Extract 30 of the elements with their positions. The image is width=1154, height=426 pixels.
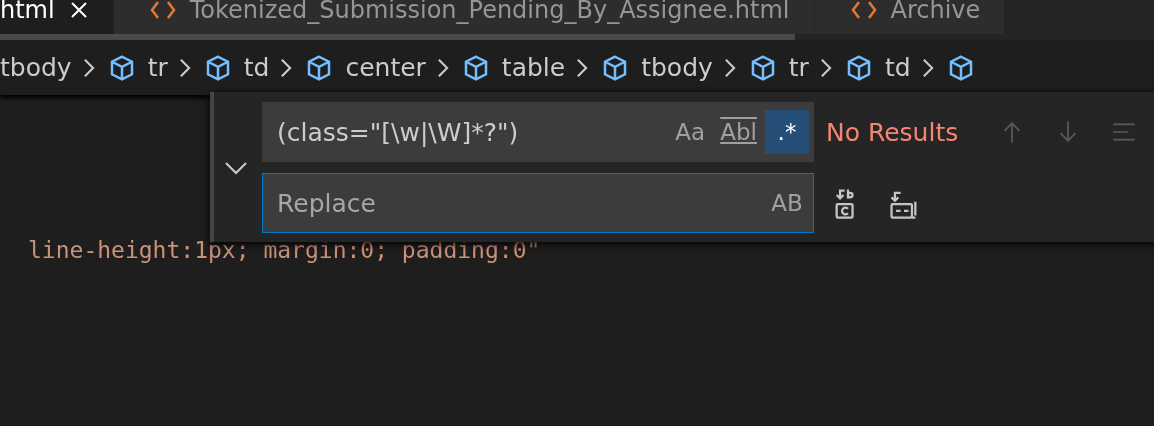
chevron-icon (575, 56, 590, 79)
breadcrumb-item[interactable]: tr (788, 53, 809, 82)
search-option-toggle[interactable]: .* (765, 110, 809, 154)
breadcrumb-item[interactable]: table (501, 53, 566, 82)
editor-tab[interactable]: html (0, 0, 114, 34)
breadcrumb-item[interactable]: td (884, 53, 911, 82)
close-icon[interactable] (68, 0, 89, 20)
breadcrumb-item[interactable]: tr (147, 53, 168, 82)
breadcrumb-item[interactable]: td (243, 53, 270, 82)
chevron-icon (279, 56, 294, 79)
find-field[interactable]: (class="[\w|\W]*?") Aa Abl .* (262, 102, 814, 162)
chevron-icon (920, 56, 935, 79)
chevron-icon (722, 56, 737, 79)
search-option-toggle[interactable]: Abl (716, 110, 761, 154)
status-message: No Results (826, 117, 959, 147)
search-option-toggle[interactable]: Aa (668, 110, 713, 154)
breadcrumb-item[interactable]: center (345, 53, 426, 82)
editor-tab[interactable]: Tokenized_Submission_Pending_By_Assignee.html (113, 0, 815, 34)
chevron-icon (177, 56, 192, 79)
editor-tab[interactable]: Archive (814, 0, 1006, 34)
breadcrumb-item[interactable]: tbody (0, 53, 72, 82)
code-icon (850, 0, 877, 20)
replace-field[interactable]: Replace AB (262, 173, 814, 233)
code-icon (149, 0, 176, 20)
preserve-case-toggle[interactable]: AB (765, 181, 809, 225)
chevron-icon (435, 56, 450, 79)
chevron-icon (81, 56, 96, 79)
breadcrumb-item[interactable]: tbody (641, 53, 713, 82)
code-line: line-height:1px; margin:0; padding:0" (28, 237, 541, 263)
chevron-icon (818, 56, 833, 79)
